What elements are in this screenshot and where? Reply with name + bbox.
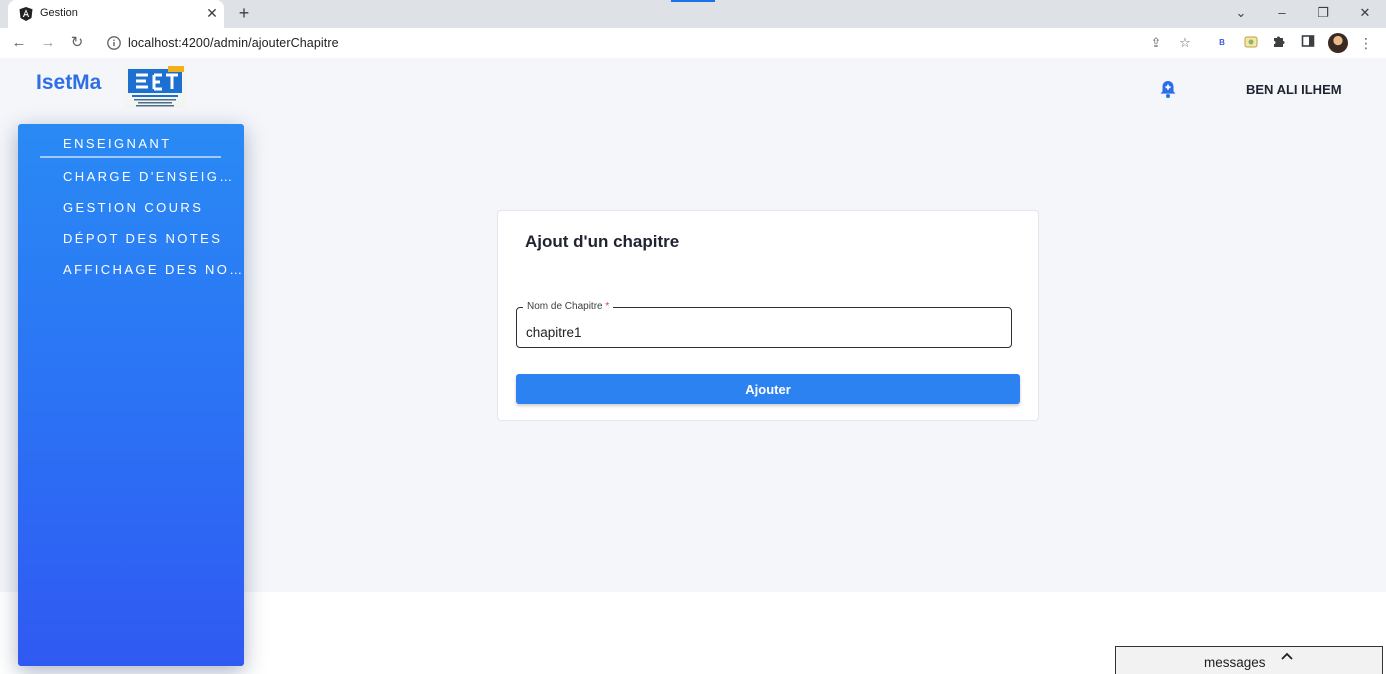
maximize-button[interactable]: ❐ [1312, 3, 1334, 23]
tab-close-icon[interactable]: ✕ [203, 4, 221, 22]
brand-title[interactable]: IsetMa [36, 71, 101, 95]
back-icon[interactable]: ← [9, 33, 29, 53]
chapter-name-input[interactable] [526, 325, 996, 340]
extension-image-icon[interactable] [1242, 34, 1260, 52]
required-asterisk: * [605, 301, 610, 312]
browser-tab-bar: Gestion ✕ + ⌄ – ❐ ✕ [0, 0, 1386, 28]
sidebar-item-charge-enseignant[interactable]: CHARGE D'ENSEIGNANT [63, 169, 243, 184]
extension-b-icon[interactable]: B [1213, 34, 1231, 52]
sidebar-item-depot-notes[interactable]: DÉPOT DES NOTES [63, 231, 243, 246]
puzzle-icon[interactable] [1270, 34, 1288, 52]
chapter-name-label: Nom de Chapitre * [523, 301, 614, 313]
angular-icon [19, 7, 33, 21]
user-name[interactable]: BEN ALI ILHEM [1246, 82, 1342, 97]
chapter-name-field[interactable]: Nom de Chapitre * [516, 301, 1012, 348]
sidebar-item-affichage-notes[interactable]: AFFICHAGE DES NOTES [63, 262, 243, 277]
share-icon[interactable]: ⇪ [1147, 34, 1165, 52]
tab-title: Gestion [40, 7, 78, 19]
tab-search-icon[interactable]: ⌄ [1230, 3, 1252, 23]
ajouter-button[interactable]: Ajouter [516, 374, 1020, 404]
form-title: Ajout d'un chapitre [525, 232, 680, 251]
reload-icon[interactable]: ↻ [67, 33, 87, 53]
sidebar-item-gestion-cours[interactable]: GESTION COURS [63, 200, 243, 215]
address-bar[interactable]: localhost:4200/admin/ajouterChapitre [98, 31, 1208, 55]
tab-strip-accent [671, 0, 715, 2]
star-icon[interactable]: ☆ [1176, 34, 1194, 52]
active-item-indicator [40, 156, 221, 158]
browser-toolbar: ← → ↻ localhost:4200/admin/ajouterChapit… [0, 28, 1386, 59]
close-window-button[interactable]: ✕ [1354, 3, 1376, 23]
profile-avatar[interactable] [1328, 33, 1348, 53]
messages-panel[interactable]: messages [1115, 646, 1383, 674]
add-chapter-card: Ajout d'un chapitre Nom de Chapitre * Aj… [497, 210, 1039, 421]
side-panel-icon[interactable] [1299, 34, 1317, 52]
notification-bell-icon[interactable] [1157, 78, 1179, 100]
menu-icon[interactable]: ⋮ [1357, 34, 1375, 52]
site-info-icon[interactable] [106, 35, 122, 51]
forward-icon[interactable]: → [38, 33, 58, 53]
url-text: localhost:4200/admin/ajouterChapitre [128, 36, 339, 50]
new-tab-button[interactable]: + [234, 3, 254, 23]
iset-logo [124, 66, 186, 108]
sidebar-item-enseignant[interactable]: ENSEIGNANT [63, 136, 243, 151]
messages-label: messages [1204, 655, 1266, 670]
browser-tab[interactable]: Gestion ✕ [8, 0, 224, 28]
minimize-button[interactable]: – [1271, 3, 1293, 23]
chevron-up-icon[interactable] [1280, 651, 1294, 661]
sidebar-menu: ENSEIGNANT CHARGE D'ENSEIGNANT GESTION C… [18, 124, 244, 666]
